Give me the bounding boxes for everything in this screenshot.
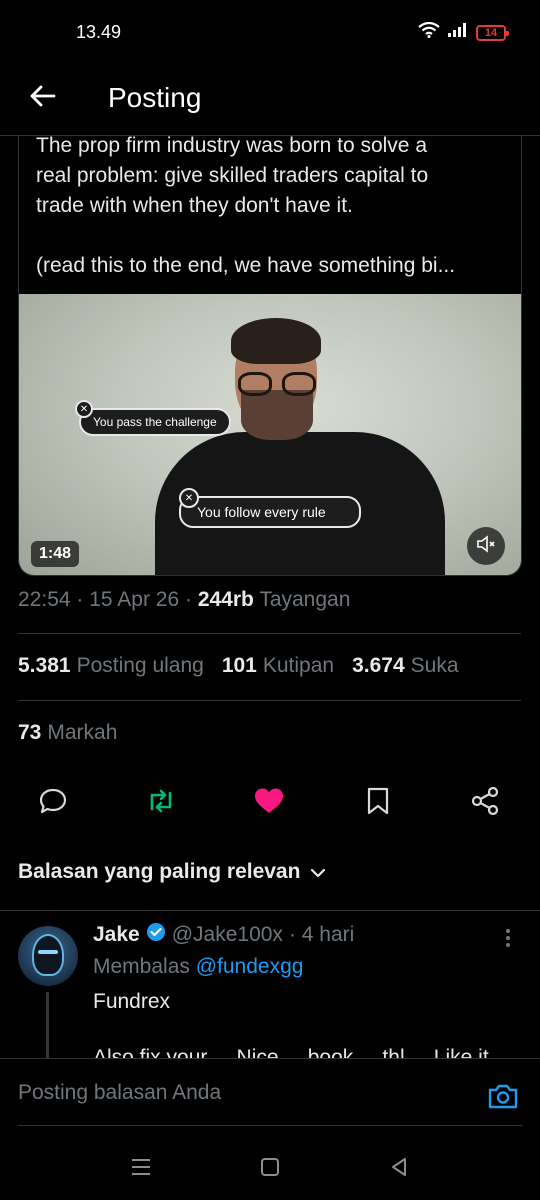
- post-text[interactable]: The prop firm industry was born to solve…: [36, 131, 516, 281]
- reply-input[interactable]: [18, 1081, 448, 1105]
- camera-icon: [487, 1082, 519, 1115]
- replies-sort-label: Balasan yang paling relevan: [18, 860, 301, 883]
- camera-button[interactable]: [486, 1081, 520, 1115]
- reply-icon: [38, 787, 68, 820]
- reply-composer: [0, 1058, 540, 1138]
- post-stats: 5.381 Posting ulang 101 Kutipan 3.674 Suka: [18, 654, 459, 678]
- divider: [0, 910, 540, 911]
- share-icon: [470, 786, 500, 821]
- replying-to: Membalas @fundexgg: [93, 955, 304, 978]
- reply-text: Fundrex: [93, 990, 171, 1013]
- nav-back-button[interactable]: [384, 1154, 414, 1184]
- thread-line: [46, 992, 49, 1062]
- likes-stat[interactable]: 3.674 Suka: [352, 654, 458, 678]
- divider: [18, 1125, 522, 1126]
- caption-close-icon: ✕: [179, 488, 199, 508]
- reply-author-handle: @Jake100x: [171, 923, 283, 946]
- video-duration: 1:48: [31, 541, 80, 567]
- share-button[interactable]: [468, 786, 502, 820]
- bookmarks-stat[interactable]: 73 Markah: [18, 721, 117, 745]
- views-count: 244rb: [197, 588, 254, 611]
- bookmark-icon: [365, 786, 391, 821]
- repost-icon: [145, 787, 177, 820]
- reply-author-row: Jake @Jake100x · 4 hari: [93, 922, 354, 948]
- verified-badge-icon: [146, 922, 166, 948]
- views-label: Tayangan: [259, 588, 351, 611]
- post-time: 22:54: [18, 588, 71, 611]
- replying-to-link[interactable]: @fundexgg: [196, 955, 304, 978]
- system-nav-bar: [0, 1140, 540, 1200]
- post-text-line: (read this to the end, we have something…: [36, 254, 456, 277]
- post-date: 15 Apr 26: [89, 588, 180, 611]
- divider: [18, 700, 521, 701]
- video-caption-text: You follow every rule: [197, 504, 326, 520]
- menu-button[interactable]: [126, 1154, 156, 1184]
- post-actions: [0, 780, 540, 826]
- arrow-left-icon: [28, 84, 56, 113]
- post-card: The prop firm industry was born to solve…: [18, 120, 522, 576]
- battery-icon: 14: [476, 24, 509, 41]
- reply-author-name[interactable]: Jake: [93, 923, 140, 947]
- top-header: Posting: [0, 66, 540, 136]
- back-icon: [389, 1157, 409, 1182]
- video-caption-text: You pass the challenge: [93, 415, 217, 429]
- mute-button[interactable]: [467, 527, 505, 565]
- home-button[interactable]: [255, 1154, 285, 1184]
- caption-close-icon: ✕: [75, 400, 93, 418]
- reposts-stat[interactable]: 5.381 Posting ulang: [18, 654, 204, 678]
- status-bar: 13.49 14: [0, 0, 540, 66]
- post-text-line: trade with when they don't have it.: [36, 194, 353, 217]
- chevron-down-icon: [310, 860, 326, 884]
- home-icon: [260, 1157, 280, 1182]
- reply-button[interactable]: [36, 786, 70, 820]
- repost-button[interactable]: [144, 786, 178, 820]
- replies-sort-toggle[interactable]: Balasan yang paling relevan: [18, 860, 326, 884]
- signal-icon: [448, 23, 468, 42]
- reply-age: · 4 hari: [288, 923, 355, 946]
- status-time: 13.49: [76, 22, 122, 42]
- back-button[interactable]: [26, 82, 58, 114]
- divider: [18, 633, 521, 634]
- post-text-line: real problem: give skilled traders capit…: [36, 164, 429, 187]
- bookmark-button[interactable]: [361, 786, 395, 820]
- wifi-icon: [418, 21, 440, 43]
- page-title: Posting: [108, 82, 202, 113]
- menu-icon: [131, 1158, 151, 1181]
- video-person-hair: [231, 318, 321, 364]
- post-timestamp: 22:54 · 15 Apr 26 · 244rb Tayangan: [18, 588, 351, 611]
- like-icon: [253, 787, 285, 820]
- post-video[interactable]: You pass the challenge ✕ You follow ever…: [19, 294, 521, 575]
- like-button[interactable]: [252, 786, 286, 820]
- quotes-stat[interactable]: 101 Kutipan: [222, 654, 334, 678]
- more-options-icon[interactable]: [498, 926, 518, 950]
- video-caption: You follow every rule: [179, 496, 361, 528]
- avatar[interactable]: [18, 926, 78, 986]
- status-icons: 14: [418, 21, 509, 43]
- volume-muted-icon: [476, 534, 496, 558]
- video-person-glasses: [231, 372, 323, 398]
- video-caption: You pass the challenge: [79, 408, 231, 436]
